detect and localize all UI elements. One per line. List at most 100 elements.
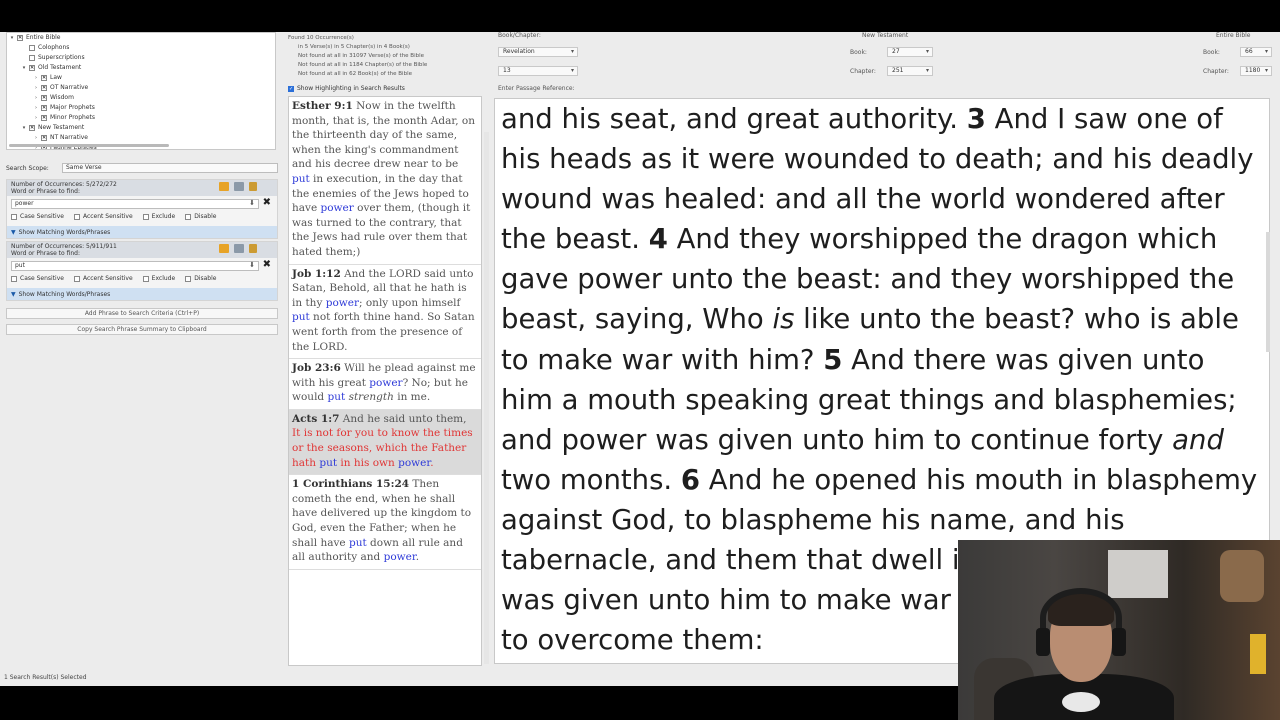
- result-reference[interactable]: Esther 9:1: [292, 100, 353, 112]
- accent-sensitive-checkbox[interactable]: Accent Sensitive: [73, 275, 133, 282]
- show-highlighting-checkbox[interactable]: ✓ Show Highlighting in Search Results: [288, 84, 405, 93]
- copy-icon[interactable]: [234, 182, 244, 191]
- show-matching-toggle[interactable]: ▼ Show Matching Words/Phrases: [7, 288, 277, 300]
- tree-item[interactable]: Superscriptions: [7, 53, 275, 63]
- copy-summary-button[interactable]: Copy Search Phrase Summary to Clipboard: [6, 324, 278, 335]
- results-scrollbar[interactable]: [484, 132, 489, 664]
- search-results-list[interactable]: Esther 9:1 Now in the twelfth month, tha…: [288, 96, 482, 666]
- dropdown-arrow-icon[interactable]: ⬇: [249, 199, 255, 207]
- phrase-prompt: Word or Phrase to find:: [11, 188, 81, 195]
- case-sensitive-checkbox[interactable]: Case Sensitive: [11, 213, 64, 220]
- expand-arrow-icon[interactable]: ▾: [9, 33, 15, 43]
- occurrences-count: Number of Occurrences: 5/272/272: [11, 181, 117, 188]
- disable-checkbox[interactable]: Disable: [185, 275, 216, 282]
- show-matching-toggle[interactable]: ▼ Show Matching Words/Phrases: [7, 226, 277, 238]
- result-reference[interactable]: 1 Corinthians 15:24: [292, 478, 409, 490]
- expand-triangle-icon: ▼: [11, 290, 16, 298]
- tree-item[interactable]: › ✕ Wisdom: [7, 93, 275, 103]
- checkbox-checked-icon[interactable]: ✓: [288, 85, 294, 92]
- collapse-arrow-icon[interactable]: ›: [33, 73, 39, 83]
- open-folder-icon[interactable]: [219, 182, 229, 191]
- tree-item[interactable]: › ✕ Minor Prophets: [7, 113, 275, 123]
- tree-checkbox[interactable]: ✕: [41, 115, 47, 121]
- result-text: in his own: [337, 456, 399, 469]
- entire-bible-label: Entire Bible: [1216, 32, 1251, 39]
- search-result[interactable]: 1 Corinthians 15:24 Then cometh the end,…: [289, 475, 481, 570]
- air-conditioner-image: [1108, 550, 1168, 598]
- collapse-arrow-icon[interactable]: ›: [33, 93, 39, 103]
- verse-text: two months.: [501, 463, 681, 496]
- tree-horizontal-scrollbar[interactable]: [9, 144, 169, 147]
- tree-item[interactable]: › ✕ Major Prophets: [7, 103, 275, 113]
- tree-checkbox[interactable]: ✕: [41, 105, 47, 111]
- highlighted-match: put: [292, 311, 310, 324]
- search-scope-row: Search Scope: Same Verse: [6, 162, 282, 174]
- collapse-arrow-icon[interactable]: ›: [33, 113, 39, 123]
- result-reference[interactable]: Job 1:12: [292, 268, 341, 280]
- book-select[interactable]: Revelation: [498, 47, 578, 57]
- criteria-block-1: Number of Occurrences: 5/272/272 Word or…: [6, 179, 278, 239]
- highlighted-match: power: [369, 376, 403, 389]
- book-chapter-label: Book/Chapter:: [498, 32, 541, 39]
- tree-checkbox[interactable]: ✕: [41, 135, 47, 141]
- phrase-input[interactable]: power: [11, 199, 259, 209]
- case-sensitive-checkbox[interactable]: Case Sensitive: [11, 275, 64, 282]
- tree-checkbox[interactable]: ✕: [41, 75, 47, 81]
- tree-checkbox[interactable]: [29, 55, 35, 61]
- result-text: ; only upon himself: [358, 296, 461, 309]
- disable-checkbox[interactable]: Disable: [185, 213, 216, 220]
- chapter-select[interactable]: 13: [498, 66, 578, 76]
- search-scope-select[interactable]: Same Verse: [62, 163, 278, 173]
- tree-item[interactable]: › ✕ Law: [7, 73, 275, 83]
- exclude-checkbox[interactable]: Exclude: [142, 275, 175, 282]
- tree-item[interactable]: ▾ ✕ New Testament: [7, 123, 275, 133]
- phrase-input[interactable]: put: [11, 261, 259, 271]
- collapse-arrow-icon[interactable]: ›: [33, 103, 39, 113]
- remove-criteria-icon[interactable]: ✖: [263, 198, 271, 208]
- remove-criteria-icon[interactable]: ✖: [263, 260, 271, 270]
- result-reference[interactable]: Acts 1:7: [292, 413, 339, 425]
- tree-checkbox[interactable]: ✕: [29, 65, 35, 71]
- tree-item[interactable]: ▾ ✕ Entire Bible: [7, 33, 275, 43]
- nt-chapter-select[interactable]: 251: [887, 66, 933, 76]
- bag-image: [1220, 550, 1264, 602]
- search-result[interactable]: Esther 9:1 Now in the twelfth month, tha…: [289, 97, 481, 265]
- result-text: And he said unto them,: [339, 412, 467, 425]
- exclude-checkbox[interactable]: Exclude: [142, 213, 175, 220]
- tree-item[interactable]: › ✕ OT Narrative: [7, 83, 275, 93]
- webcam-overlay: [958, 540, 1280, 720]
- tree-checkbox[interactable]: ✕: [41, 95, 47, 101]
- search-result[interactable]: Job 23:6 Will he plead against me with h…: [289, 359, 481, 410]
- edit-pen-icon[interactable]: [249, 182, 257, 191]
- tree-item-label: Wisdom: [50, 94, 74, 101]
- tree-checkbox[interactable]: ✕: [29, 125, 35, 131]
- dropdown-arrow-icon[interactable]: ⬇: [249, 261, 255, 269]
- tree-checkbox[interactable]: ✕: [41, 85, 47, 91]
- result-reference[interactable]: Job 23:6: [292, 362, 341, 374]
- open-folder-icon[interactable]: [219, 244, 229, 253]
- copy-icon[interactable]: [234, 244, 244, 253]
- tree-item[interactable]: Colophons: [7, 43, 275, 53]
- book-scope-tree[interactable]: ▾ ✕ Entire Bible Colophons Superscriptions ▾ ✕…: [6, 32, 276, 150]
- tree-item[interactable]: ▾ ✕ Old Testament: [7, 63, 275, 73]
- eb-book-select[interactable]: 66: [1240, 47, 1272, 57]
- add-phrase-button[interactable]: Add Phrase to Search Criteria (Ctrl+P): [6, 308, 278, 319]
- accent-sensitive-checkbox[interactable]: Accent Sensitive: [73, 213, 133, 220]
- collapse-arrow-icon[interactable]: ›: [33, 133, 39, 143]
- search-scope-label: Search Scope:: [6, 164, 49, 172]
- search-result[interactable]: Acts 1:7 And he said unto them, It is no…: [289, 409, 481, 476]
- edit-pen-icon[interactable]: [249, 244, 257, 253]
- eb-chapter-select[interactable]: 1180: [1240, 66, 1272, 76]
- expand-arrow-icon[interactable]: ▾: [21, 63, 27, 73]
- expand-arrow-icon[interactable]: ▾: [21, 123, 27, 133]
- tree-item[interactable]: › ✕ NT Narrative: [7, 133, 275, 143]
- tree-checkbox[interactable]: [29, 45, 35, 51]
- status-bar: 1 Search Result(s) Selected: [4, 674, 87, 681]
- search-result[interactable]: Job 1:12 And the LORD said unto Satan, B…: [289, 265, 481, 360]
- tree-checkbox[interactable]: ✕: [17, 35, 23, 41]
- scripture-scrollbar[interactable]: [1266, 232, 1270, 352]
- nt-book-select[interactable]: 27: [887, 47, 933, 57]
- collapse-arrow-icon[interactable]: ›: [33, 83, 39, 93]
- highlighted-match: put: [319, 456, 338, 469]
- highlighted-match: put: [348, 536, 367, 549]
